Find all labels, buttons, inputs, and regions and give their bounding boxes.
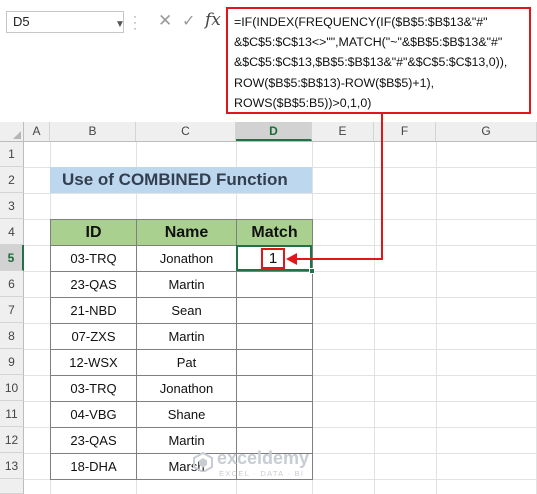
formula-buttons: ✕ ✓ fx bbox=[147, 9, 227, 35]
active-cell-value[interactable]: 1 bbox=[261, 248, 285, 269]
row-header-11[interactable]: 11 bbox=[0, 401, 24, 427]
row-header-13[interactable]: 13 bbox=[0, 453, 24, 479]
name-cell[interactable]: Jonathon bbox=[136, 375, 237, 402]
row-header-2[interactable]: 2 bbox=[0, 167, 24, 193]
sheet-title[interactable]: Use of COMBINED Function bbox=[50, 167, 312, 193]
watermark-tagline: EXCEL · DATA · BI bbox=[219, 469, 305, 478]
match-cell[interactable] bbox=[236, 349, 313, 376]
name-cell[interactable]: Jonathon bbox=[136, 245, 237, 272]
table-row: 07-ZXS Martin bbox=[50, 323, 313, 350]
id-cell[interactable]: 03-TRQ bbox=[50, 245, 137, 272]
row-header-4[interactable]: 4 bbox=[0, 219, 24, 245]
formula-line: &$C$5:$C$13,$B$5:$B$13&"#"&$C$5:$C$13,0)… bbox=[234, 55, 508, 70]
id-cell[interactable]: 07-ZXS bbox=[50, 323, 137, 350]
select-all-icon bbox=[13, 131, 21, 139]
id-cell[interactable]: 18-DHA bbox=[50, 453, 137, 480]
gridline bbox=[436, 142, 437, 494]
column-header-d[interactable]: D bbox=[236, 122, 312, 141]
formula-line: ROWS($B$5:B5))>0,1,0) bbox=[234, 95, 372, 110]
name-cell[interactable]: Martin bbox=[136, 323, 237, 350]
row-header-5[interactable]: 5 bbox=[0, 245, 24, 271]
watermark-name: exceldemy bbox=[217, 448, 310, 468]
row-header-7[interactable]: 7 bbox=[0, 297, 24, 323]
row-header-8[interactable]: 8 bbox=[0, 323, 24, 349]
table-header-row: ID Name Match bbox=[50, 219, 313, 246]
table-row: 03-TRQ Jonathon bbox=[50, 375, 313, 402]
column-header-b[interactable]: B bbox=[50, 122, 136, 141]
match-cell[interactable] bbox=[236, 401, 313, 428]
id-cell[interactable]: 03-TRQ bbox=[50, 375, 137, 402]
table-row: 12-WSX Pat bbox=[50, 349, 313, 376]
formula-line: &$C$5:$C$13<>"",MATCH("~"&$B$5:$B$13&"#" bbox=[234, 35, 503, 50]
column-header-g[interactable]: G bbox=[436, 122, 537, 141]
header-id[interactable]: ID bbox=[50, 219, 137, 246]
id-cell[interactable]: 04-VBG bbox=[50, 401, 137, 428]
match-cell[interactable] bbox=[236, 271, 313, 298]
name-box-value: D5 bbox=[13, 14, 30, 29]
name-cell[interactable]: Martin bbox=[136, 271, 237, 298]
chevron-down-icon[interactable]: ▼ bbox=[115, 15, 125, 35]
column-header-bar: A B C D E F G bbox=[24, 122, 537, 142]
insert-function-icon[interactable]: fx bbox=[205, 10, 221, 30]
table-row: 21-NBD Sean bbox=[50, 297, 313, 324]
id-cell[interactable]: 12-WSX bbox=[50, 349, 137, 376]
name-cell[interactable]: Pat bbox=[136, 349, 237, 376]
select-all-corner[interactable] bbox=[0, 122, 24, 142]
fill-handle[interactable] bbox=[309, 268, 315, 274]
header-name[interactable]: Name bbox=[136, 219, 237, 246]
table-row: 04-VBG Shane bbox=[50, 401, 313, 428]
gridline bbox=[374, 142, 375, 494]
formula-bar: D5 ▼ · · · ✕ ✓ fx =IF(INDEX(FREQUENCY(IF($… bbox=[0, 0, 537, 122]
formula-input[interactable]: =IF(INDEX(FREQUENCY(IF($B$5:$B$13&"#" &$… bbox=[226, 7, 531, 114]
row-header-6[interactable]: 6 bbox=[0, 271, 24, 297]
column-header-f[interactable]: F bbox=[374, 122, 436, 141]
row-header-1[interactable]: 1 bbox=[0, 142, 24, 167]
row-header-3[interactable]: 3 bbox=[0, 193, 24, 219]
header-match[interactable]: Match bbox=[236, 219, 313, 246]
formula-line: =IF(INDEX(FREQUENCY(IF($B$5:$B$13&"#" bbox=[234, 15, 488, 29]
match-cell[interactable] bbox=[236, 375, 313, 402]
exceldemy-watermark: exceldemy EXCEL · DATA · BI bbox=[193, 448, 343, 490]
match-cell[interactable] bbox=[236, 323, 313, 350]
row-header-12[interactable]: 12 bbox=[0, 427, 24, 453]
name-cell[interactable]: Shane bbox=[136, 401, 237, 428]
id-cell[interactable]: 23-QAS bbox=[50, 271, 137, 298]
match-cell[interactable] bbox=[236, 297, 313, 324]
column-header-a[interactable]: A bbox=[24, 122, 50, 141]
column-header-c[interactable]: C bbox=[136, 122, 236, 141]
table-row: 23-QAS Martin bbox=[50, 271, 313, 298]
row-header-10[interactable]: 10 bbox=[0, 375, 24, 401]
cancel-icon[interactable]: ✕ bbox=[158, 11, 172, 31]
row-header-blank bbox=[0, 479, 24, 494]
id-cell[interactable]: 21-NBD bbox=[50, 297, 137, 324]
row-header-9[interactable]: 9 bbox=[0, 349, 24, 375]
exceldemy-logo-icon bbox=[193, 452, 213, 472]
name-cell[interactable]: Sean bbox=[136, 297, 237, 324]
more-options-icon[interactable]: · · · bbox=[132, 10, 138, 34]
id-cell[interactable]: 23-QAS bbox=[50, 427, 137, 454]
name-box[interactable]: D5 ▼ bbox=[6, 11, 125, 35]
column-header-e[interactable]: E bbox=[312, 122, 374, 141]
enter-icon[interactable]: ✓ bbox=[182, 11, 195, 31]
formula-line: ROW($B$5:$B$13)-ROW($B$5)+1), bbox=[234, 75, 435, 90]
gridline bbox=[24, 193, 537, 194]
